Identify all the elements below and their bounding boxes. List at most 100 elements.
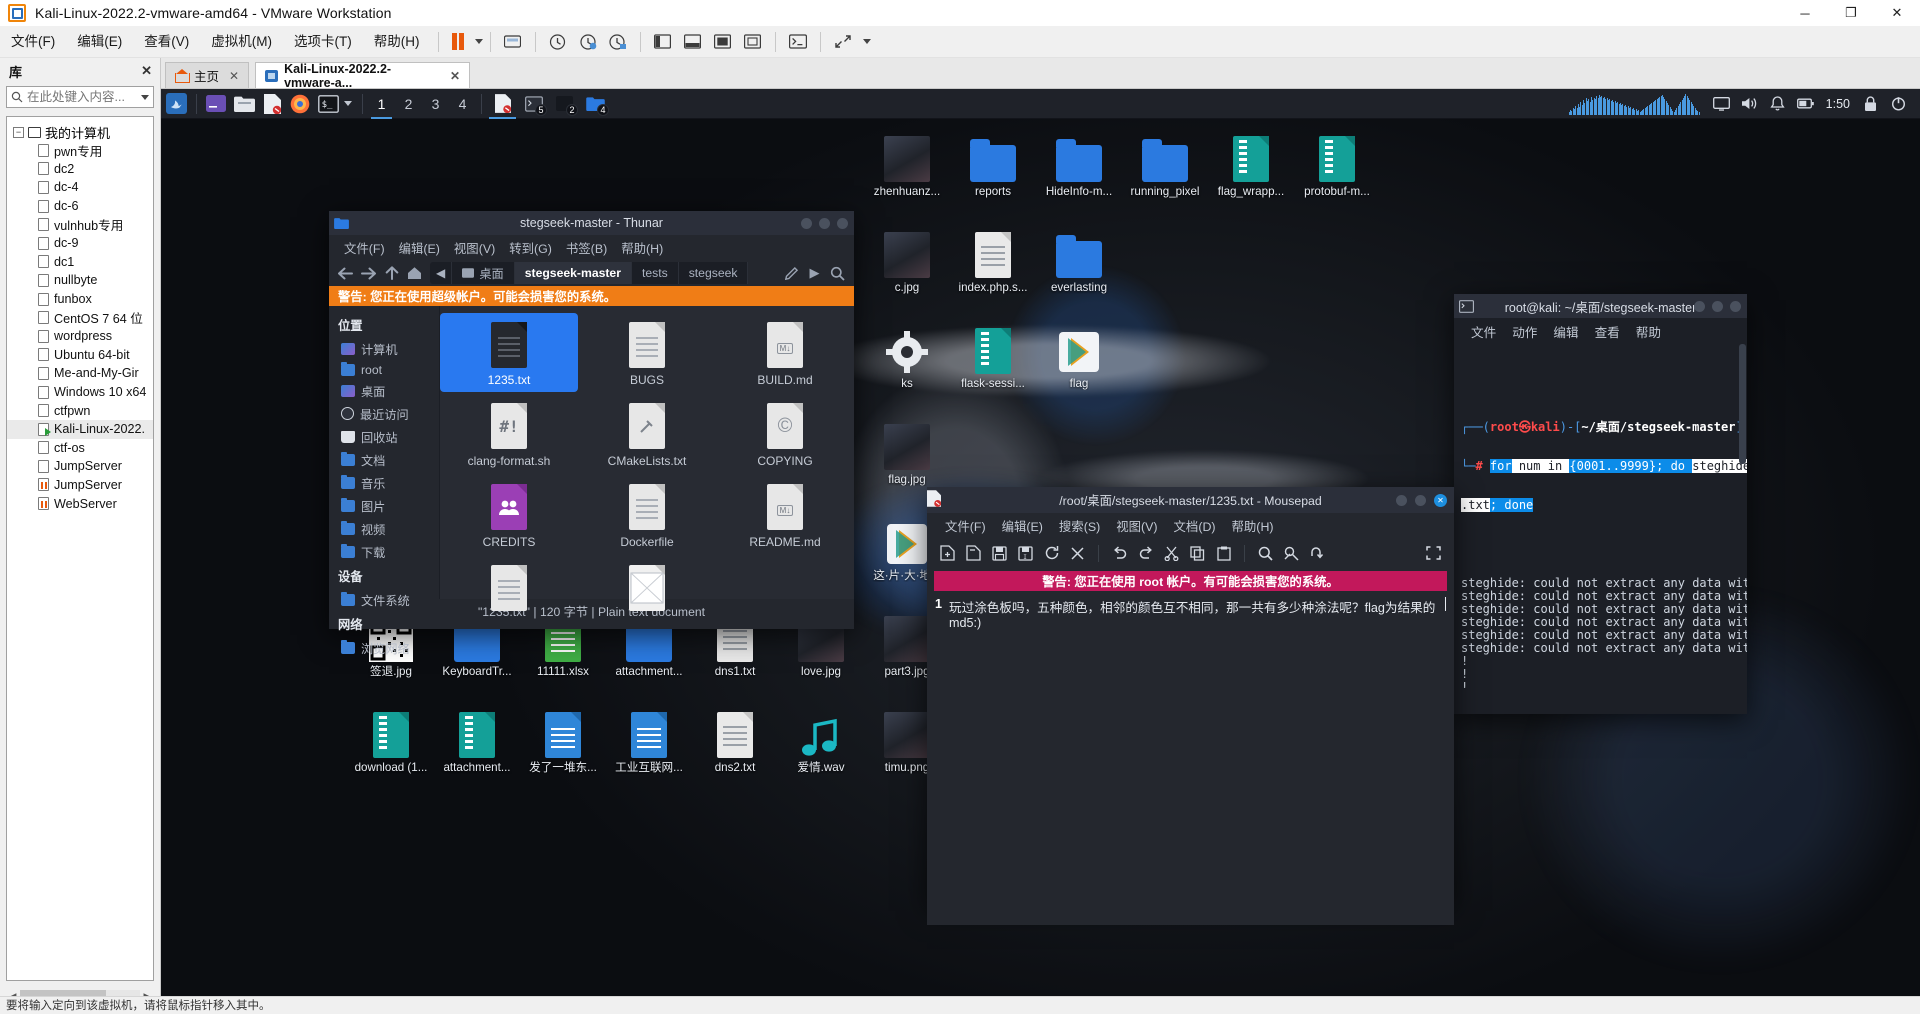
up-button[interactable] — [380, 262, 403, 285]
terminal-minimize-button[interactable] — [1694, 300, 1705, 312]
tab-home[interactable]: 主页 ✕ — [165, 62, 250, 88]
breadcrumb[interactable]: ◀ 桌面 stegseek-master tests stegseek — [430, 262, 780, 284]
tab-kali-vm[interactable]: Kali-Linux-2022.2-vmware-a... ✕ — [255, 62, 471, 90]
thunar-menu-go[interactable]: 转到(G) — [502, 239, 559, 257]
pause-vm-button[interactable] — [446, 33, 470, 50]
goto-line-icon[interactable] — [1306, 542, 1329, 565]
library-vm-item[interactable]: dc-9 — [7, 234, 153, 253]
take-snapshot-icon[interactable] — [573, 30, 603, 54]
thunar-minimize-button[interactable] — [801, 217, 812, 229]
find-replace-icon[interactable] — [1280, 542, 1303, 565]
desktop-icon[interactable]: index.php.s... — [947, 226, 1039, 294]
taskbar-filemanager-group[interactable]: 4 — [580, 89, 611, 119]
close-button[interactable]: ✕ — [1874, 0, 1920, 26]
thunar-window[interactable]: stegseek-master - Thunar 文件(F) 编辑(E) 视图(… — [329, 211, 854, 656]
sidebar-place-item[interactable]: 下载 — [329, 540, 439, 563]
thunar-file-item[interactable]: #! clang-format.sh — [440, 394, 578, 473]
desktop-icon[interactable]: everlasting — [1033, 226, 1125, 294]
library-vm-item[interactable]: JumpServer — [7, 476, 153, 495]
lock-icon[interactable] — [1858, 89, 1883, 119]
thunar-file-item[interactable]: BUGS — [578, 313, 716, 392]
menu-file[interactable]: 文件(F) — [0, 26, 66, 58]
save-as-icon[interactable]: I — [1014, 542, 1037, 565]
menu-help[interactable]: 帮助(H) — [363, 26, 431, 58]
desktop-icon[interactable]: running_pixel — [1119, 130, 1211, 198]
sidebar-place-item[interactable]: 图片 — [329, 494, 439, 517]
desktop-icon[interactable]: HideInfo-m... — [1033, 130, 1125, 198]
tree-root-my-computer[interactable]: − 我的计算机 — [7, 123, 153, 141]
menu-view[interactable]: 查看(V) — [133, 26, 200, 58]
library-search-input[interactable] — [27, 90, 131, 104]
sidebar-network-item[interactable]: 浏览网络 — [329, 636, 439, 659]
desktop-icon[interactable]: reports — [947, 130, 1039, 198]
library-vm-item[interactable]: ctfpwn — [7, 401, 153, 420]
thunar-file-item[interactable]: CMakeLists.txt — [578, 394, 716, 473]
find-icon[interactable] — [1254, 542, 1277, 565]
reload-icon[interactable] — [1040, 542, 1063, 565]
desktop-icon[interactable]: flag — [1033, 322, 1125, 390]
display-icon[interactable] — [1709, 89, 1734, 119]
sidebar-devices-list[interactable]: 文件系统 — [329, 588, 439, 611]
thunar-file-item[interactable]: © COPYING — [716, 394, 854, 473]
library-vm-item[interactable]: ctf-os — [7, 439, 153, 458]
thunar-menu-bookmarks[interactable]: 书签(B) — [559, 239, 614, 257]
thunar-file-item[interactable]: M↓ BUILD.md — [716, 313, 854, 392]
search-button[interactable] — [826, 262, 849, 285]
thunar-menu-help[interactable]: 帮助(H) — [614, 239, 670, 257]
library-vm-item[interactable]: dc-6 — [7, 197, 153, 216]
library-vm-item[interactable]: pwn专用 — [7, 141, 153, 160]
sidebar-place-item[interactable]: 桌面 — [329, 379, 439, 402]
launcher-terminal-icon[interactable]: $_ — [314, 90, 342, 118]
desktop-icon[interactable]: ks — [861, 322, 953, 390]
desktop-icon[interactable]: attachment... — [431, 706, 523, 774]
maximize-button[interactable]: ❐ — [1828, 0, 1874, 26]
thunar-maximize-button[interactable] — [819, 217, 830, 229]
desktop-icon[interactable]: 发了一堆东... — [517, 706, 609, 774]
library-vm-item[interactable]: Ubuntu 64-bit — [7, 346, 153, 365]
terminal-menu-file[interactable]: 文件 — [1463, 322, 1504, 341]
edit-path-button[interactable] — [780, 262, 803, 285]
console-icon[interactable] — [783, 30, 813, 54]
terminal-menu-actions[interactable]: 动作 — [1504, 322, 1545, 341]
mousepad-content[interactable]: 玩过涂色板吗，五种颜色，相邻的颜色互不相同，那一共有多少种涂法呢？flag为结果… — [949, 597, 1438, 630]
desktop-icon[interactable]: dns2.txt — [689, 706, 781, 774]
library-tree[interactable]: − 我的计算机 pwn专用 dc2 dc-4 dc-6 vulnhub专用 dc-9 dc1… — [6, 116, 154, 981]
mousepad-close-button[interactable]: ✕ — [1434, 493, 1447, 507]
launcher-terminal-purple-icon[interactable] — [202, 90, 230, 118]
paste-icon[interactable] — [1212, 542, 1235, 565]
open-file-icon[interactable] — [962, 542, 985, 565]
terminal-titlebar[interactable]: root@kali: ~/桌面/stegseek-master — [1454, 294, 1747, 318]
library-close-icon[interactable]: ✕ — [141, 63, 152, 79]
thunar-file-item[interactable] — [440, 556, 578, 621]
library-vm-item[interactable]: Windows 10 x64 — [7, 383, 153, 402]
mousepad-maximize-button[interactable] — [1415, 494, 1426, 506]
chevron-down-icon[interactable] — [474, 39, 483, 44]
thunar-file-item[interactable]: CREDITS — [440, 475, 578, 554]
desktop-icon[interactable]: flag.jpg — [861, 418, 953, 486]
kali-menu-icon[interactable] — [161, 89, 191, 119]
sidebar-places-list[interactable]: 计算机 root 桌面 最近访问 回收站 文档 音乐 图片 视频 下载 — [329, 337, 439, 563]
snapshot-icon[interactable] — [543, 30, 573, 54]
manage-snapshots-icon[interactable] — [603, 30, 633, 54]
sidebar-place-item[interactable]: 视频 — [329, 517, 439, 540]
tab-kali-close-icon[interactable]: ✕ — [450, 69, 460, 83]
fullscreen-icon[interactable] — [1422, 542, 1445, 565]
library-vm-item[interactable]: wordpress — [7, 327, 153, 346]
home-button[interactable] — [403, 262, 426, 285]
library-vm-item[interactable]: dc1 — [7, 253, 153, 272]
thunar-file-pane[interactable]: 1235.txt BUGS M↓ BUILD.md #! clang-format.sh C… — [439, 306, 854, 611]
back-button[interactable] — [334, 262, 357, 285]
forward-button[interactable] — [357, 262, 380, 285]
breadcrumb-desktop[interactable]: 桌面 — [452, 262, 515, 284]
mousepad-titlebar[interactable]: /root/桌面/stegseek-master/1235.txt - Mous… — [927, 487, 1454, 513]
mousepad-minimize-button[interactable] — [1396, 494, 1407, 506]
terminal-menu-view[interactable]: 查看 — [1587, 322, 1628, 341]
sidebar-place-item[interactable]: 文档 — [329, 448, 439, 471]
thunar-menu-view[interactable]: 视图(V) — [447, 239, 502, 257]
clock[interactable]: 1:50 — [1821, 97, 1855, 111]
sidebar-device-item[interactable]: 文件系统 — [329, 588, 439, 611]
fullscreen-icon[interactable] — [708, 30, 738, 54]
sidebar-place-item[interactable]: root — [329, 360, 439, 379]
thunar-file-item[interactable] — [578, 556, 716, 621]
taskbar-terminal-group[interactable]: 5 — [518, 89, 549, 119]
